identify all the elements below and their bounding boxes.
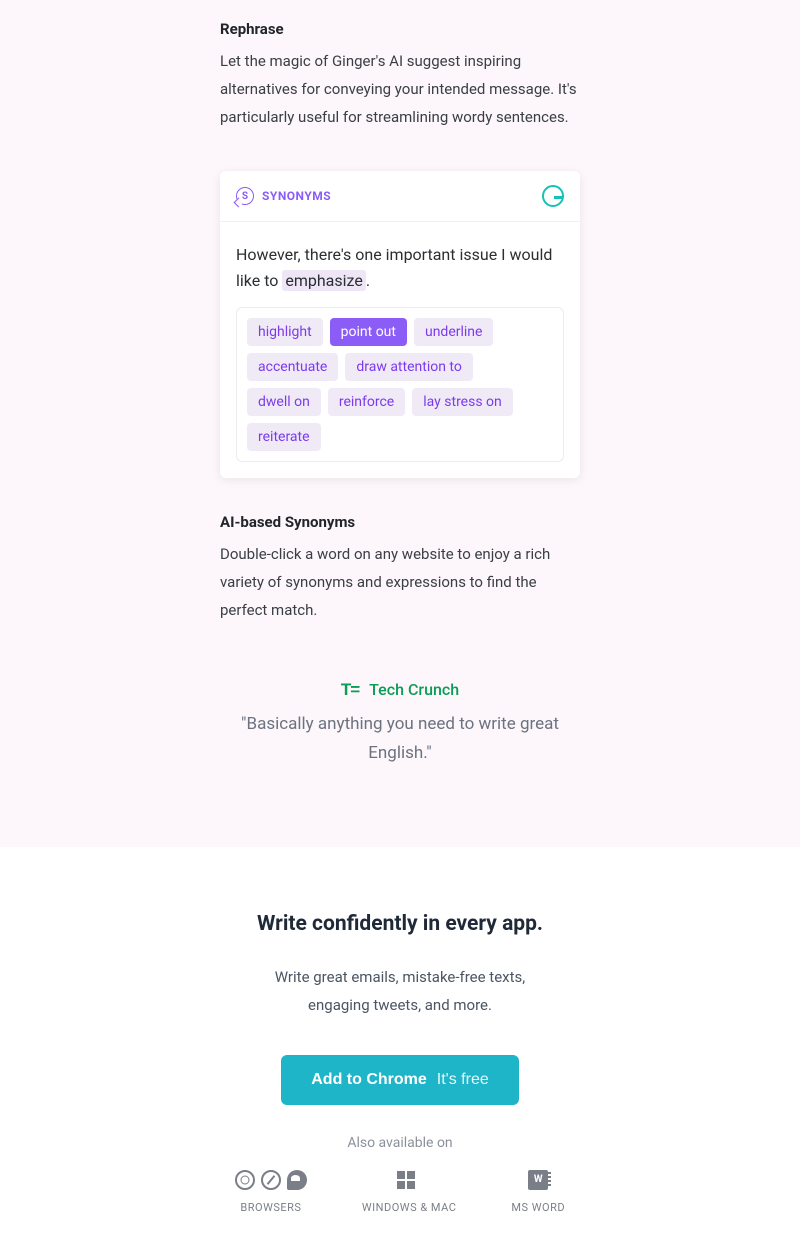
rephrase-title: Rephrase <box>220 20 580 38</box>
platform-browsers[interactable]: BROWSERS <box>235 1169 307 1214</box>
windows-icon <box>397 1171 415 1189</box>
synonym-chip[interactable]: draw attention to <box>345 353 473 381</box>
cta-description: Write great emails, mistake-free texts, … <box>250 964 550 1020</box>
sample-sentence: However, there's one important issue I w… <box>236 242 564 293</box>
rephrase-description: Let the magic of Ginger's AI suggest ins… <box>220 48 580 131</box>
testimonial-source: Tech Crunch <box>369 680 459 699</box>
ginger-logo-icon <box>542 185 564 207</box>
platform-label: MS WORD <box>511 1201 565 1214</box>
ai-synonyms-title: AI-based Synonyms <box>220 513 580 531</box>
synonym-chip[interactable]: highlight <box>247 318 323 346</box>
synonym-suggestions: highlight point out underline accentuate… <box>236 307 564 462</box>
testimonial: T= Tech Crunch "Basically anything you n… <box>220 680 580 768</box>
synonym-chip[interactable]: reiterate <box>247 423 321 451</box>
synonym-chip[interactable]: dwell on <box>247 388 321 416</box>
platform-label: WINDOWS & MAC <box>362 1201 456 1214</box>
platform-desktop[interactable]: WINDOWS & MAC <box>362 1169 456 1214</box>
synonym-chip[interactable]: accentuate <box>247 353 338 381</box>
safari-icon <box>261 1170 281 1190</box>
edge-icon <box>287 1170 307 1190</box>
cta-title: Write confidently in every app. <box>0 912 800 936</box>
synonym-chip[interactable]: lay stress on <box>412 388 513 416</box>
ai-synonyms-description: Double-click a word on any website to en… <box>220 541 580 624</box>
synonym-chip[interactable]: underline <box>414 318 493 346</box>
platform-msword[interactable]: W MS WORD <box>511 1169 565 1214</box>
chrome-icon <box>235 1170 255 1190</box>
synonym-chip[interactable]: reinforce <box>328 388 405 416</box>
synonym-chip[interactable]: point out <box>330 318 407 346</box>
platform-label: BROWSERS <box>240 1201 301 1214</box>
synonyms-badge-icon: S <box>236 187 254 205</box>
add-to-chrome-button[interactable]: Add to Chrome It's free <box>281 1055 519 1105</box>
testimonial-text: "Basically anything you need to write gr… <box>230 710 570 768</box>
msword-icon: W <box>528 1170 548 1190</box>
synonyms-label: SYNONYMS <box>262 189 331 203</box>
techcrunch-logo-icon: T= <box>341 680 359 700</box>
synonyms-card: S SYNONYMS However, there's one importan… <box>220 171 580 478</box>
highlighted-word[interactable]: emphasize <box>282 270 365 291</box>
also-available-label: Also available on <box>0 1135 800 1151</box>
